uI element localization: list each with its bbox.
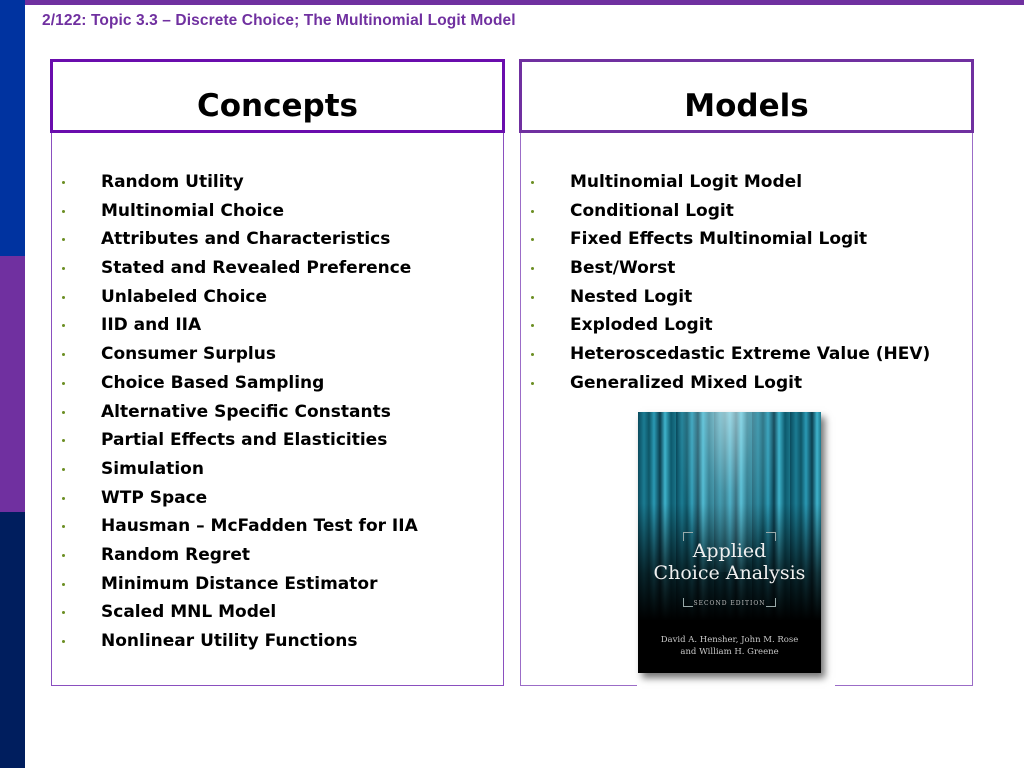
bullet-icon [531,353,534,357]
list-item-label: Multinomial Logit Model [570,172,803,192]
book-title-line-1: Applied [692,540,767,562]
book-authors: David A. Hensher, John M. Rose and Willi… [638,634,821,658]
list-item: Conditional Logit [521,197,972,226]
concepts-heading: Concepts [197,88,358,124]
list-item: Consumer Surplus [52,340,503,369]
models-list: Multinomial Logit Model Conditional Logi… [521,133,972,398]
bullet-icon [62,582,65,586]
list-item: Attributes and Characteristics [52,225,503,254]
list-item: WTP Space [52,484,503,513]
list-item-label: Nested Logit [570,286,693,307]
bullet-icon [62,525,65,529]
list-item-label: Generalized Mixed Logit [570,372,803,393]
list-item-label: Scaled MNL Model [101,602,277,623]
list-item: Generalized Mixed Logit [521,369,972,398]
list-item-label: Simulation [101,458,204,479]
list-item: Random Utility [52,168,503,197]
book-authors-line-1: David A. Hensher, John M. Rose [660,635,799,645]
list-item-label: WTP Space [101,487,208,508]
list-item-label: Minimum Distance Estimator [101,573,378,594]
top-accent-bar [0,0,1024,5]
list-item-label: Stated and Revealed Preference [101,258,412,279]
list-item: Fixed Effects Multinomial Logit [521,225,972,254]
concepts-panel: Concepts Random Utility Multinomial Choi… [50,59,505,686]
bullet-icon [62,640,65,643]
bullet-icon [62,439,65,443]
bullet-icon [531,324,534,328]
list-item: Exploded Logit [521,311,972,340]
bullet-icon [531,381,534,385]
list-item-label: Consumer Surplus [101,344,276,365]
list-item: Random Regret [52,541,503,570]
list-item: Simulation [52,455,503,484]
bullet-icon [62,181,65,184]
models-heading: Models [684,88,809,124]
concepts-header: Concepts [50,59,505,133]
bullet-icon [531,295,534,299]
list-item-label: Multinomial Choice [101,200,285,221]
list-item-label: Nonlinear Utility Functions [101,631,358,651]
side-stripe-blue [0,0,25,256]
list-item-label: Alternative Specific Constants [101,401,391,422]
list-item-label: Fixed Effects Multinomial Logit [570,229,868,250]
bullet-icon [62,611,65,615]
list-item-label: Exploded Logit [570,315,713,336]
list-item: Choice Based Sampling [52,369,503,398]
list-item-label: Heteroscedastic Extreme Value (HEV) [570,344,931,365]
list-item-label: Choice Based Sampling [101,372,325,393]
list-item: IID and IIA [52,311,503,340]
list-item-label: Attributes and Characteristics [101,229,391,250]
list-item-label: Unlabeled Choice [101,286,268,307]
book-edition: SECOND EDITION [693,600,766,607]
bullet-icon [62,353,65,357]
list-item: Nonlinear Utility Functions [52,627,503,656]
list-item: Heteroscedastic Extreme Value (HEV) [521,340,972,369]
list-item: Multinomial Choice [52,197,503,226]
list-item: Stated and Revealed Preference [52,254,503,283]
bullet-icon [62,238,65,242]
bullet-icon [62,496,65,500]
list-item: Partial Effects and Elasticities [52,426,503,455]
slide-title: 2/122: Topic 3.3 – Discrete Choice; The … [42,12,516,29]
book-title: Applied Choice Analysis [638,540,821,584]
list-item-label: Random Regret [101,544,250,565]
list-item-label: Best/Worst [570,258,676,279]
side-stripe-purple [0,256,25,512]
bullet-icon [62,324,65,328]
concepts-list: Random Utility Multinomial Choice Attrib… [52,133,503,656]
list-item-label: Hausman – McFadden Test for IIA [101,516,418,537]
list-item: Hausman – McFadden Test for IIA [52,512,503,541]
bullet-icon [531,181,534,184]
list-item: Unlabeled Choice [52,283,503,312]
bullet-icon [531,209,534,213]
bullet-icon [62,295,65,299]
bullet-icon [62,467,65,471]
bullet-icon [531,238,534,242]
list-item: Multinomial Logit Model [521,168,972,197]
list-item-label: Random Utility [101,172,244,192]
list-item: Alternative Specific Constants [52,398,503,427]
bullet-icon [62,381,65,385]
list-item-label: IID and IIA [101,315,202,336]
list-item-label: Conditional Logit [570,200,734,221]
bullet-icon [62,267,65,271]
models-header: Models [519,59,974,133]
list-item: Best/Worst [521,254,972,283]
concepts-body: Random Utility Multinomial Choice Attrib… [51,133,504,686]
bullet-icon [62,410,65,414]
book-cover: Applied Choice Analysis SECOND EDITION D… [638,412,821,673]
side-stripe-navy [0,512,25,768]
bullet-icon [62,209,65,213]
book-cover-image: Applied Choice Analysis SECOND EDITION D… [637,408,835,688]
list-item-label: Partial Effects and Elasticities [101,430,388,451]
book-authors-line-2: and William H. Greene [680,647,779,657]
list-item: Minimum Distance Estimator [52,570,503,599]
bullet-icon [531,267,534,271]
list-item: Scaled MNL Model [52,598,503,627]
book-title-line-2: Choice Analysis [653,562,806,584]
list-item: Nested Logit [521,283,972,312]
bullet-icon [62,553,65,557]
